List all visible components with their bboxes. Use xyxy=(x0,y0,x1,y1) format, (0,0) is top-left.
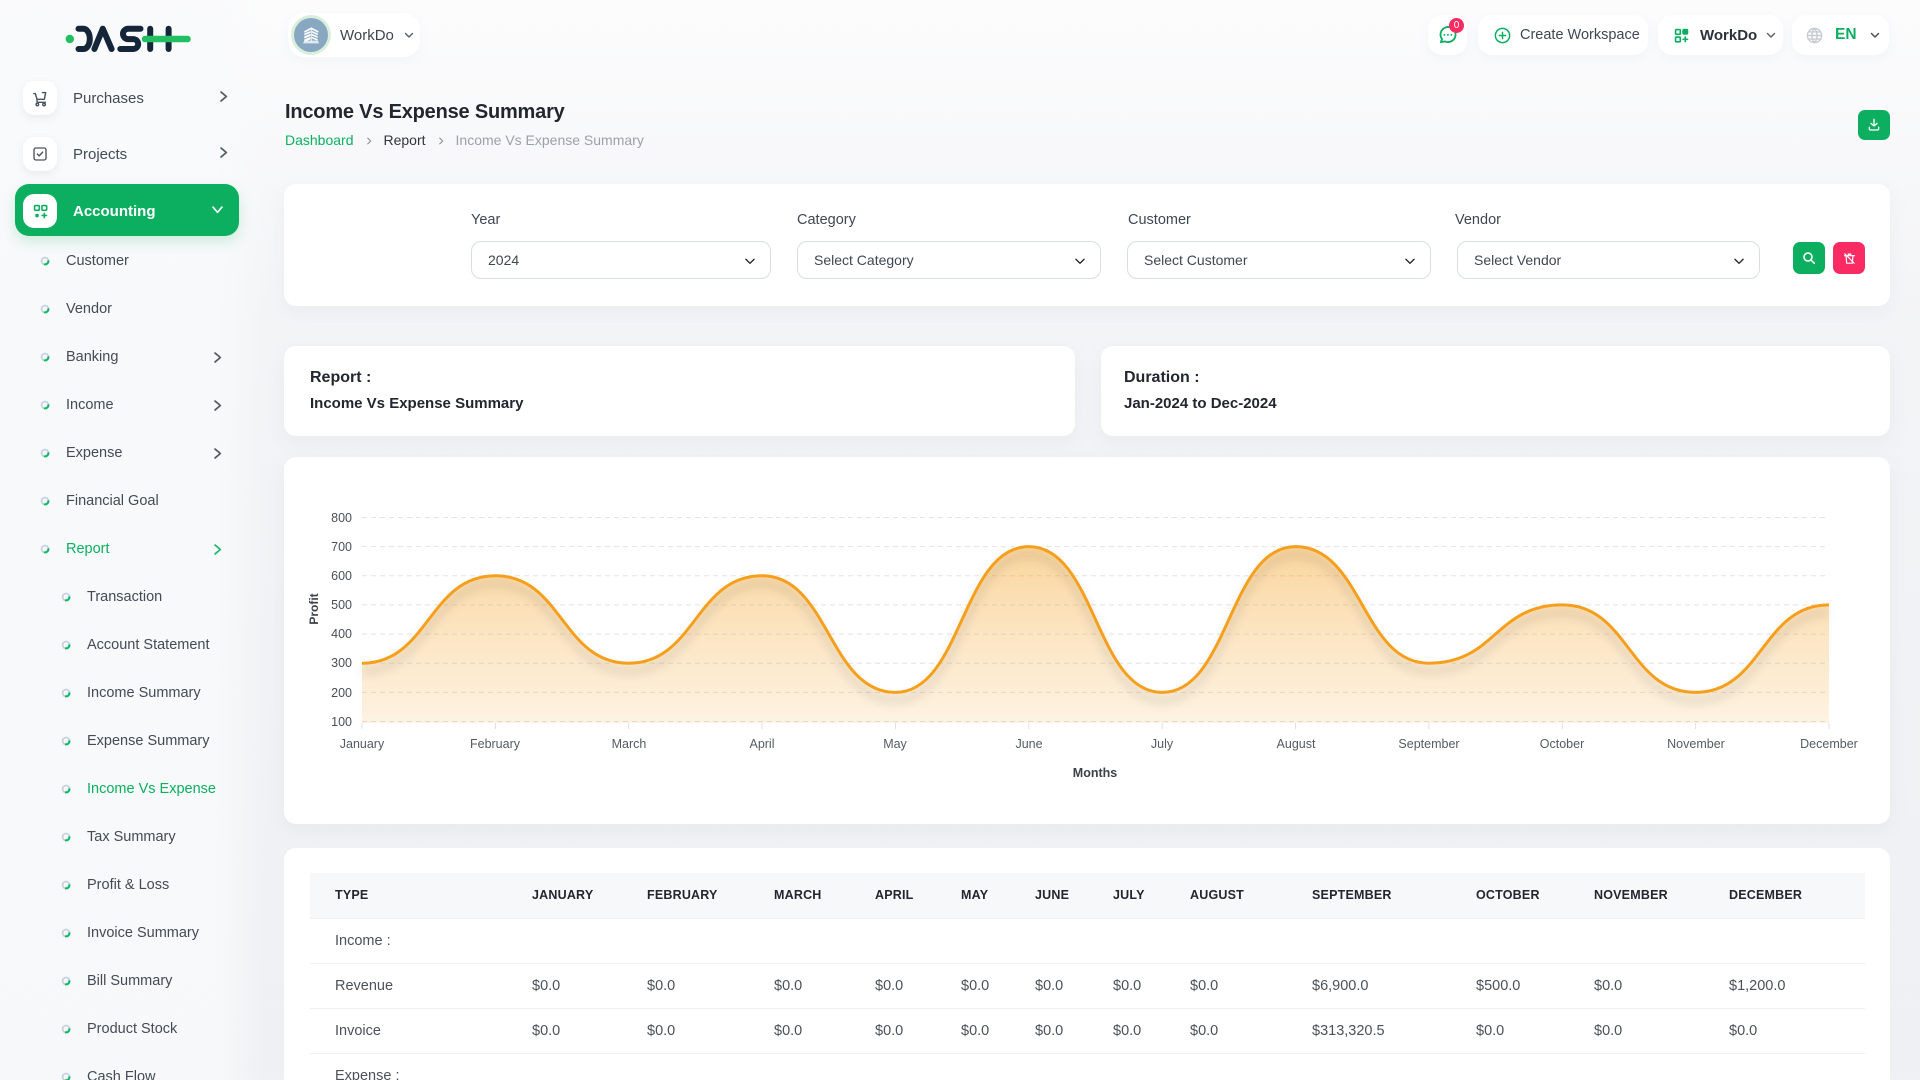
svg-text:January: January xyxy=(340,737,385,751)
svg-text:May: May xyxy=(883,737,907,751)
svg-text:400: 400 xyxy=(331,627,352,641)
svg-text:500: 500 xyxy=(331,598,352,612)
svg-text:100: 100 xyxy=(331,715,352,729)
svg-text:July: July xyxy=(1151,737,1174,751)
svg-text:November: November xyxy=(1667,737,1725,751)
svg-text:700: 700 xyxy=(331,540,352,554)
svg-text:600: 600 xyxy=(331,569,352,583)
svg-text:October: October xyxy=(1540,737,1584,751)
svg-text:200: 200 xyxy=(331,686,352,700)
svg-text:June: June xyxy=(1015,737,1042,751)
svg-text:300: 300 xyxy=(331,656,352,670)
svg-text:February: February xyxy=(470,737,521,751)
svg-text:April: April xyxy=(749,737,774,751)
svg-text:December: December xyxy=(1800,737,1858,751)
svg-text:September: September xyxy=(1398,737,1459,751)
svg-text:Months: Months xyxy=(1073,766,1117,780)
svg-text:August: August xyxy=(1277,737,1316,751)
svg-text:Profit: Profit xyxy=(307,593,321,624)
svg-text:800: 800 xyxy=(331,511,352,525)
svg-text:March: March xyxy=(612,737,647,751)
